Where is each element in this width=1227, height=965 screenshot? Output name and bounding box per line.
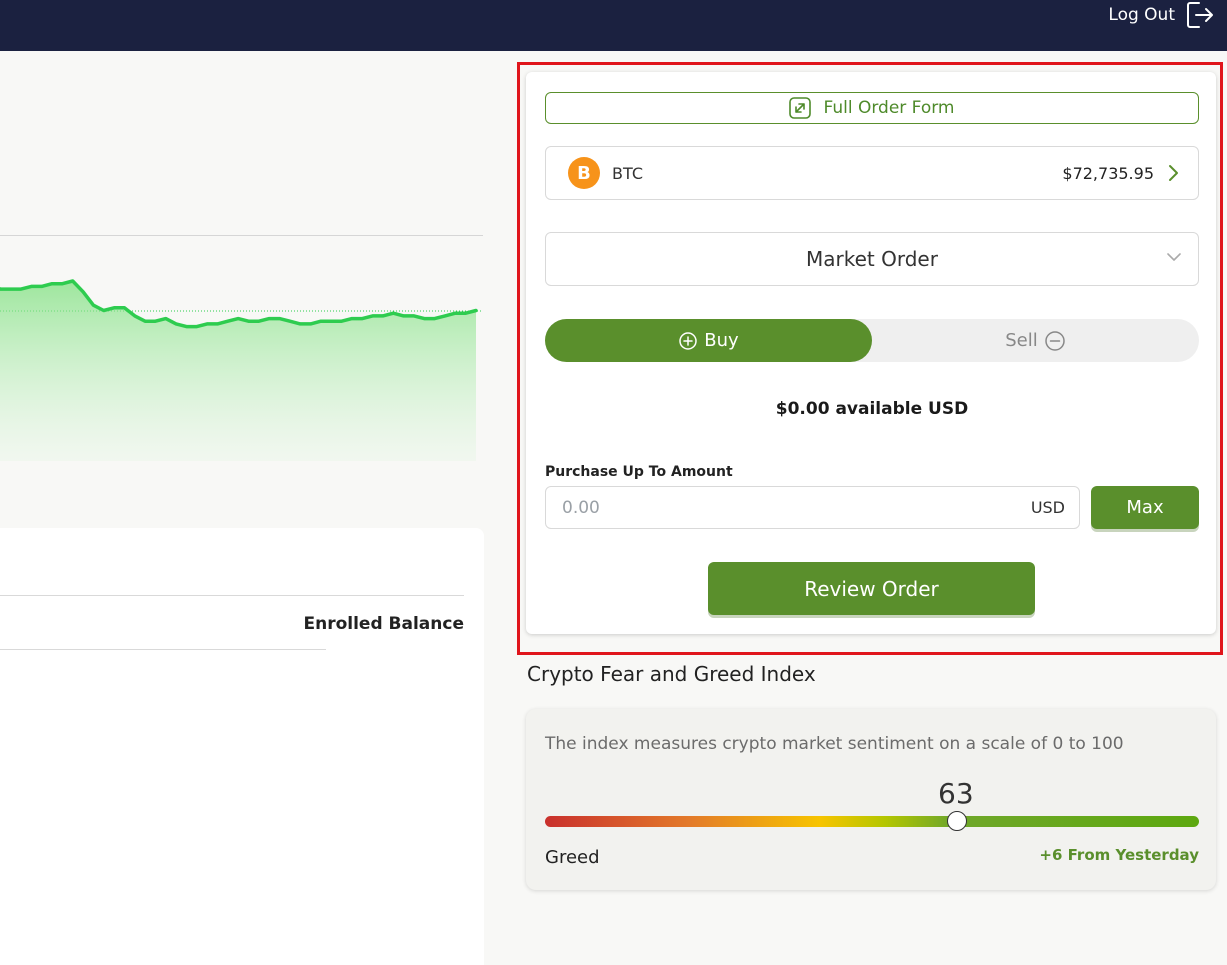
table-row-divider	[0, 649, 326, 650]
amount-field: USD	[545, 486, 1080, 529]
buy-sell-toggle: Buy Sell	[545, 319, 1199, 362]
fear-greed-change: +6 From Yesterday	[1039, 846, 1199, 864]
enrolled-balance-column-header: Enrolled Balance	[303, 614, 465, 634]
buy-tab[interactable]: Buy	[545, 319, 872, 362]
asset-price: $72,735.95	[1062, 163, 1154, 183]
chevron-down-icon	[1167, 253, 1181, 261]
amount-input[interactable]	[562, 497, 1031, 518]
order-type-value: Market Order	[806, 247, 938, 271]
full-order-form-button[interactable]: Full Order Form	[545, 92, 1199, 124]
logout-label: Log Out	[1108, 5, 1175, 25]
fear-greed-title: Crypto Fear and Greed Index	[527, 662, 816, 686]
price-chart	[0, 51, 483, 521]
expand-icon	[789, 97, 812, 119]
asset-symbol: BTC	[612, 163, 643, 183]
top-navigation-bar: Log Out	[0, 0, 1227, 51]
chart-area-fill	[0, 281, 476, 461]
buy-label: Buy	[704, 330, 739, 351]
sell-label: Sell	[1005, 330, 1038, 351]
balance-table-card: Enrolled Balance	[0, 528, 484, 965]
full-order-form-label: Full Order Form	[823, 98, 955, 118]
plus-circle-icon	[679, 331, 698, 350]
review-order-button[interactable]: Review Order	[708, 562, 1035, 615]
order-type-select[interactable]: Market Order	[545, 232, 1199, 286]
minus-circle-icon	[1045, 330, 1065, 351]
max-button[interactable]: Max	[1091, 486, 1199, 529]
fear-greed-description: The index measures crypto market sentime…	[545, 734, 1124, 754]
chevron-right-icon	[1169, 165, 1178, 181]
fear-greed-value: 63	[938, 777, 974, 810]
sell-tab[interactable]: Sell	[872, 319, 1199, 362]
logout-icon	[1187, 1, 1213, 28]
order-panel: Full Order Form B BTC $72,735.95 Market …	[526, 72, 1216, 634]
bitcoin-icon: B	[568, 157, 600, 189]
price-chart-svg	[0, 235, 483, 461]
fear-greed-gauge	[545, 811, 1199, 831]
amount-currency: USD	[1030, 498, 1065, 517]
amount-label: Purchase Up To Amount	[545, 464, 733, 480]
logout-button[interactable]: Log Out	[1108, 0, 1215, 30]
fear-greed-card: The index measures crypto market sentime…	[526, 709, 1216, 890]
fear-greed-indicator	[947, 811, 968, 831]
asset-selector[interactable]: B BTC $72,735.95	[545, 146, 1199, 200]
table-header-divider	[0, 595, 464, 596]
fear-greed-label: Greed	[545, 847, 600, 868]
available-balance: $0.00 available USD	[775, 399, 969, 419]
